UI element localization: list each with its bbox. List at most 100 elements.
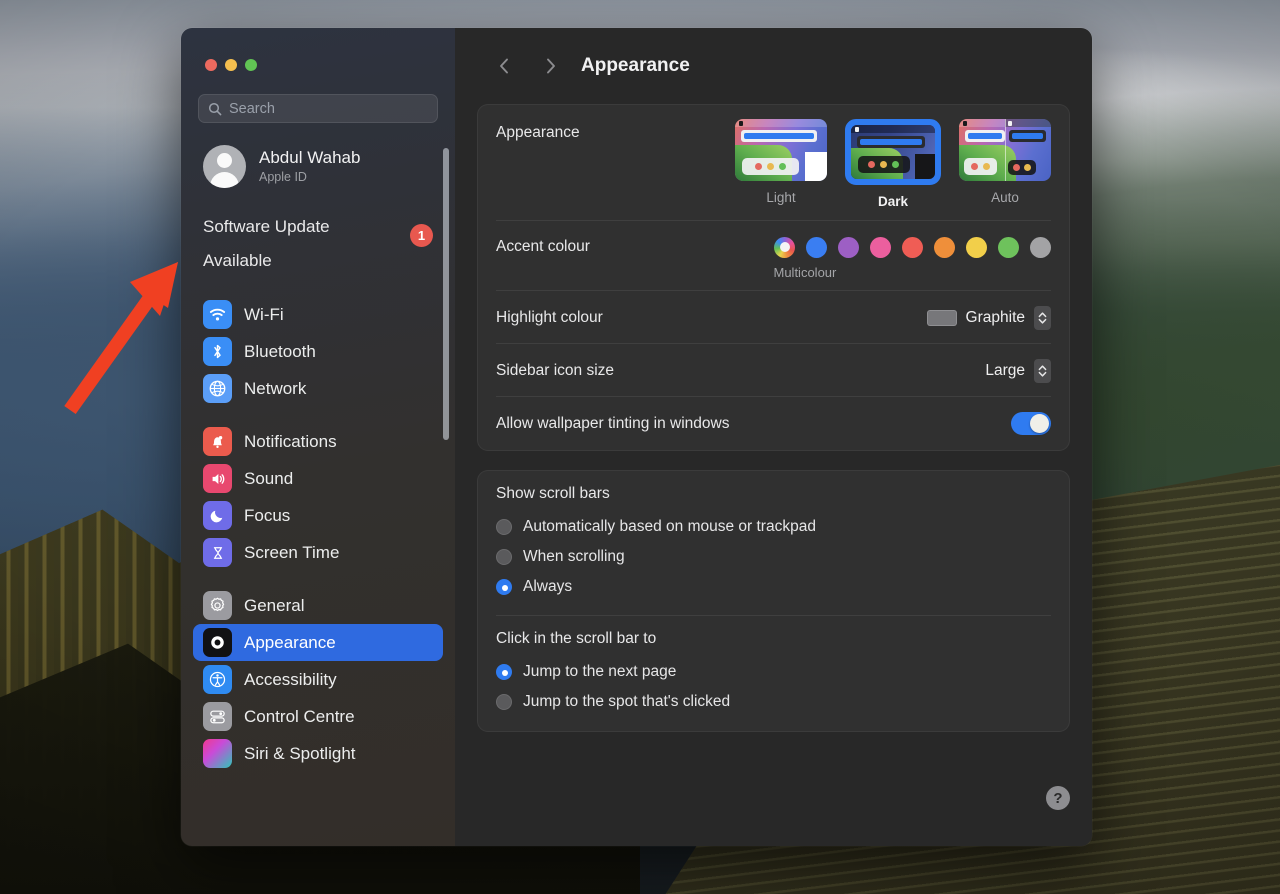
- accent-swatch-multicolour[interactable]: [774, 236, 795, 258]
- wallpaper-tinting-label: Allow wallpaper tinting in windows: [496, 414, 730, 432]
- wallpaper-tinting-toggle[interactable]: [1011, 412, 1051, 435]
- radio-option-when-scrolling[interactable]: When scrolling: [496, 542, 1051, 572]
- radio-option-jump-to-spot[interactable]: Jump to the spot that's clicked: [496, 687, 1051, 717]
- appearance-panel: Appearance Light Dark Auto Accent colour…: [477, 104, 1070, 451]
- accent-colour-label: Accent colour: [496, 238, 590, 255]
- account-subtitle: Apple ID: [259, 170, 307, 184]
- sidebar-item-label: Bluetooth: [244, 341, 316, 361]
- chevron-updown-icon[interactable]: [1034, 305, 1051, 330]
- bell-icon: [203, 427, 232, 456]
- thumb-window: [741, 130, 817, 142]
- highlight-colour-row: Highlight colour Graphite: [478, 291, 1069, 344]
- thumb-dock-dot: [767, 163, 775, 170]
- gear-icon: [203, 591, 232, 620]
- chevron-left-icon: [499, 58, 508, 74]
- forward-button[interactable]: [533, 49, 567, 83]
- sidebar-item-label: Notifications: [244, 431, 337, 451]
- radio-label: When scrolling: [523, 548, 625, 565]
- sidebar-icon-size-value: Large: [985, 361, 1025, 379]
- page-title: Appearance: [581, 55, 690, 76]
- accent-swatch-orange[interactable]: [934, 236, 955, 258]
- thumb-window-accent: [1012, 133, 1043, 139]
- sidebar-item-label: Siri & Spotlight: [244, 743, 356, 763]
- sidebar-item-general[interactable]: General: [193, 587, 443, 624]
- sidebar-item-focus[interactable]: Focus: [193, 497, 443, 534]
- dark-mode-thumbnail: [851, 125, 935, 179]
- appearance-option-dark[interactable]: Dark: [845, 119, 941, 209]
- accessibility-icon: [203, 665, 232, 694]
- radio-label: Jump to the spot that's clicked: [523, 693, 731, 710]
- sidebar-group-personalization: General Appearance Accessibility Control…: [181, 587, 455, 772]
- back-button[interactable]: [487, 49, 521, 83]
- accent-swatch-red[interactable]: [902, 236, 923, 258]
- thumb-apple-icon: [855, 126, 859, 132]
- sidebar-item-notifications[interactable]: Notifications: [193, 423, 443, 460]
- highlight-colour-chip: [926, 309, 957, 326]
- appearance-option-label: Light: [766, 190, 796, 205]
- sidebar-item-label: General: [244, 595, 305, 615]
- thumb-right-pane: [804, 152, 827, 181]
- sidebar-item-wifi[interactable]: Wi-Fi: [193, 296, 443, 333]
- sidebar-item-accessibility[interactable]: Accessibility: [193, 661, 443, 698]
- thumb-dock: [857, 156, 910, 173]
- radio-button[interactable]: [496, 549, 512, 565]
- software-update-label: Software Update Available: [203, 217, 330, 270]
- scroll-bars-panel: Show scroll bars Automatically based on …: [477, 470, 1070, 732]
- help-button[interactable]: ?: [1046, 786, 1070, 810]
- wallpaper-tinting-control: [1011, 412, 1051, 435]
- appearance-option-label: Auto: [991, 190, 1019, 205]
- radio-button[interactable]: [496, 579, 512, 595]
- accent-swatch-pink[interactable]: [870, 236, 891, 258]
- sidebar-group-connectivity: Wi-Fi Bluetooth Network: [181, 296, 455, 407]
- thumb-apple-icon: [963, 120, 967, 126]
- sidebar-item-screen-time[interactable]: Screen Time: [193, 534, 443, 571]
- sidebar-item-sound[interactable]: Sound: [193, 460, 443, 497]
- sidebar-icon-size-row: Sidebar icon size Large: [478, 344, 1069, 397]
- radio-button[interactable]: [496, 664, 512, 680]
- search-container: Search: [181, 71, 455, 123]
- thumb-window: [857, 136, 925, 148]
- radio-button[interactable]: [496, 519, 512, 535]
- desktop-wallpaper: Search Abdul Wahab Apple ID Software Upd…: [0, 0, 1280, 894]
- wallpaper-tinting-row: Allow wallpaper tinting in windows: [478, 397, 1069, 450]
- sidebar-item-control-centre[interactable]: Control Centre: [193, 698, 443, 735]
- radio-option-jump-next-page[interactable]: Jump to the next page: [496, 657, 1051, 687]
- radio-option-always[interactable]: Always: [496, 572, 1051, 602]
- accent-caption-row: Multicolour: [478, 265, 1069, 291]
- chevron-updown-icon[interactable]: [1034, 358, 1051, 383]
- search-input[interactable]: Search: [198, 94, 438, 123]
- sidebar-item-label: Wi-Fi: [244, 304, 284, 324]
- appearance-option-light[interactable]: Light: [735, 119, 827, 209]
- software-update-row[interactable]: Software Update Available 1: [193, 206, 443, 284]
- minimize-button[interactable]: [225, 59, 237, 71]
- accent-swatch-yellow[interactable]: [966, 236, 987, 258]
- account-name: Abdul Wahab: [259, 148, 361, 167]
- close-button[interactable]: [205, 59, 217, 71]
- accent-swatch-graphite[interactable]: [1030, 236, 1051, 258]
- sidebar-item-label: Appearance: [244, 632, 336, 652]
- auto-mode-thumbnail: [959, 119, 1051, 181]
- thumb-dock-dot: [982, 163, 990, 170]
- sidebar-item-appearance[interactable]: Appearance: [193, 624, 443, 661]
- radio-option-automatic[interactable]: Automatically based on mouse or trackpad: [496, 512, 1051, 542]
- sidebar-group-system-alerts: Notifications Sound Focus Screen Time: [181, 423, 455, 571]
- content-pane: Appearance Appearance Light Dark Auto Ac…: [455, 28, 1092, 846]
- accent-swatch-green[interactable]: [998, 236, 1019, 258]
- sidebar-item-bluetooth[interactable]: Bluetooth: [193, 333, 443, 370]
- highlight-colour-control[interactable]: Graphite: [926, 305, 1051, 330]
- scroll-bar-click-title: Click in the scroll bar to: [496, 630, 657, 647]
- sidebar-icon-size-control[interactable]: Large: [985, 358, 1051, 383]
- apple-id-account-row[interactable]: Abdul Wahab Apple ID: [193, 137, 443, 196]
- radio-button[interactable]: [496, 694, 512, 710]
- thumb-dock-dot: [779, 163, 787, 170]
- accent-swatch-purple[interactable]: [838, 236, 859, 258]
- sidebar-scrollbar[interactable]: [443, 148, 449, 440]
- radio-label: Jump to the next page: [523, 663, 677, 680]
- appearance-option-auto[interactable]: Auto: [959, 119, 1051, 209]
- zoom-button[interactable]: [245, 59, 257, 71]
- light-mode-thumbnail: [735, 119, 827, 181]
- sidebar-item-label: Sound: [244, 468, 294, 488]
- sidebar-item-network[interactable]: Network: [193, 370, 443, 407]
- sidebar-item-siri-spotlight[interactable]: Siri & Spotlight: [193, 735, 443, 772]
- accent-swatch-blue[interactable]: [806, 236, 827, 258]
